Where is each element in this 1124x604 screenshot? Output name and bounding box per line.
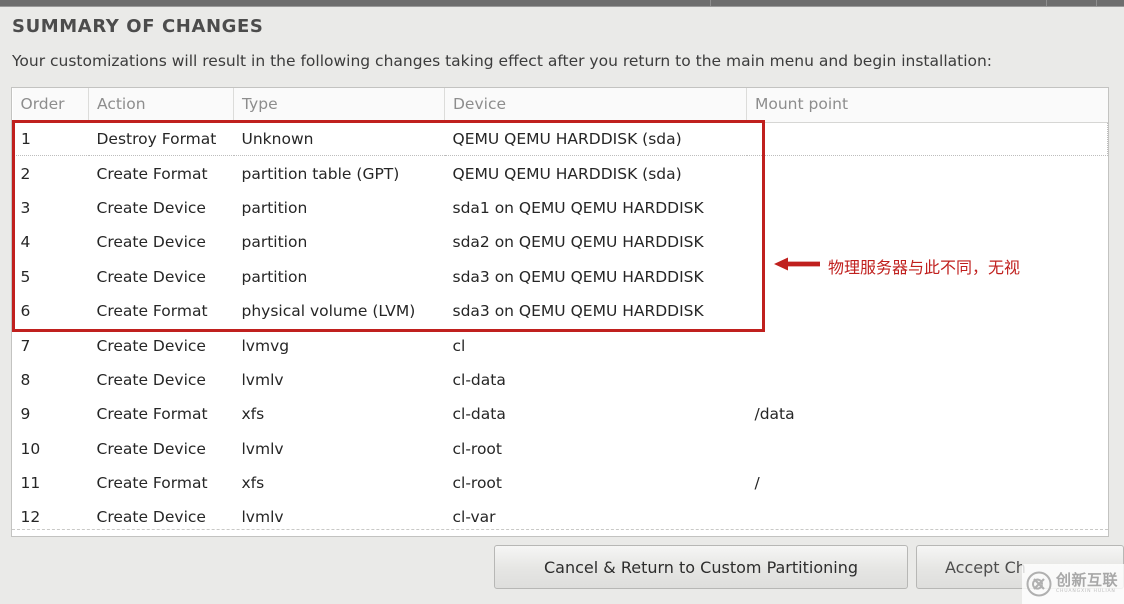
window-chrome-strip xyxy=(0,0,1124,7)
cell-order: 1 xyxy=(12,121,89,157)
cell-action: Create Device xyxy=(96,267,206,286)
changes-table: Order Action Type Device Mount point 1 De… xyxy=(12,88,1108,535)
column-header-type[interactable]: Type xyxy=(233,88,445,123)
cell-type: lvmlv xyxy=(241,370,284,389)
table-row[interactable]: 11 Create Format xfs cl-root / xyxy=(13,466,1108,500)
cell-mount-point xyxy=(747,156,1108,191)
table-row[interactable]: 1 Destroy Format Unknown QEMU QEMU HARDDISK… xyxy=(12,121,1108,157)
cell-type: partition xyxy=(241,198,308,217)
cell-mount-point xyxy=(747,191,1108,225)
cell-order: 9 xyxy=(20,405,31,424)
table-row[interactable]: 6 Create Format physical volume (LVM) sda3 … xyxy=(13,294,1108,328)
changes-table-body: 1 Destroy Format Unknown QEMU QEMU HARDDISK… xyxy=(12,121,1108,535)
summary-of-changes-dialog: SUMMARY OF CHANGES Your customizations w… xyxy=(0,0,1124,604)
column-header-order[interactable]: Order xyxy=(12,88,89,123)
cell-order: 6 xyxy=(20,302,31,321)
cell-order: 7 xyxy=(20,336,31,355)
column-header-device[interactable]: Device xyxy=(444,88,747,123)
cell-device: QEMU QEMU HARDDISK (sda) xyxy=(444,121,747,157)
page-title: SUMMARY OF CHANGES xyxy=(12,16,264,37)
cell-order: 3 xyxy=(20,198,31,217)
cell-mount-point xyxy=(747,432,1108,466)
cell-order: 4 xyxy=(20,233,31,252)
cell-device: cl-data xyxy=(452,370,506,389)
cell-device: QEMU QEMU HARDDISK (sda) xyxy=(452,164,682,183)
cell-device: sda1 on QEMU QEMU HARDDISK xyxy=(452,198,704,217)
cell-device: cl-root xyxy=(452,474,503,493)
table-row[interactable]: 10 Create Device lvmlv cl-root xyxy=(13,432,1108,466)
left-arrow-icon xyxy=(773,256,821,272)
cell-type: lvmlv xyxy=(241,439,284,458)
cell-type: xfs xyxy=(241,474,265,493)
table-row[interactable]: 2 Create Format partition table (GPT) QEMU … xyxy=(13,156,1108,191)
cell-device: cl-data xyxy=(452,405,506,424)
table-row[interactable]: 9 Create Format xfs cl-data/data xyxy=(13,397,1108,431)
cell-mount-point xyxy=(746,121,1108,157)
table-row[interactable]: 8 Create Device lvmlv cl-data xyxy=(13,363,1108,397)
cell-order: 10 xyxy=(20,439,41,458)
cell-type: lvmvg xyxy=(241,336,290,355)
chrome-notch xyxy=(710,0,711,6)
cell-type: partition table (GPT) xyxy=(241,164,400,183)
page-subtitle: Your customizations will result in the f… xyxy=(12,52,993,70)
cell-action: Create Device xyxy=(96,439,206,458)
cell-device: sda3 on QEMU QEMU HARDDISK xyxy=(452,267,704,286)
table-row[interactable]: 7 Create Device lvmvg cl xyxy=(13,328,1108,362)
cell-type: partition xyxy=(241,267,308,286)
cell-action: Create Format xyxy=(96,474,208,493)
cell-mount-point xyxy=(747,294,1108,328)
cell-action: Create Device xyxy=(96,233,206,252)
accept-button-label: Accept Ch xyxy=(945,557,1026,577)
cell-device: cl xyxy=(452,336,466,355)
cancel-return-to-custom-partitioning-button[interactable]: Cancel & Return to Custom Partitioning xyxy=(494,545,908,589)
cell-type: physical volume (LVM) xyxy=(241,302,416,321)
changes-table-container[interactable]: Order Action Type Device Mount point 1 De… xyxy=(11,87,1109,537)
cell-order: 8 xyxy=(20,370,31,389)
cell-mount-point xyxy=(747,363,1108,397)
cancel-button-label: Cancel & Return to Custom Partitioning xyxy=(544,557,858,577)
list-viewport-bottom-edge xyxy=(12,529,1108,530)
cell-action: Create Format xyxy=(96,405,208,424)
cell-device: sda2 on QEMU QEMU HARDDISK xyxy=(452,233,704,252)
cell-action: Create Device xyxy=(96,336,206,355)
cell-order: 11 xyxy=(20,474,41,493)
column-header-mount-point[interactable]: Mount point xyxy=(746,88,1108,123)
cell-action: Destroy Format xyxy=(88,121,234,157)
cell-action: Create Device xyxy=(96,198,206,217)
table-row[interactable]: 3 Create Device partition sda1 on QEMU QEMU… xyxy=(13,191,1108,225)
cell-device: sda3 on QEMU QEMU HARDDISK xyxy=(452,302,704,321)
cell-action: Create Device xyxy=(96,370,206,389)
cell-action: Create Format xyxy=(96,302,208,321)
cell-order: 2 xyxy=(20,164,31,183)
accept-changes-button[interactable]: Accept Ch xyxy=(916,545,1124,589)
annotation-text: 物理服务器与此不同，无视 xyxy=(828,258,1021,277)
table-header-row: Order Action Type Device Mount point xyxy=(12,88,1108,123)
cell-mount-point: /data xyxy=(754,405,795,424)
cell-type: xfs xyxy=(241,405,265,424)
cell-action: Create Format xyxy=(96,164,208,183)
cell-type: Unknown xyxy=(233,121,445,157)
chrome-notch xyxy=(1096,0,1097,6)
column-header-action[interactable]: Action xyxy=(88,88,234,123)
cell-type: partition xyxy=(241,233,308,252)
cell-mount-point xyxy=(747,328,1108,362)
cell-mount-point: / xyxy=(754,474,760,493)
cell-order: 5 xyxy=(20,267,31,286)
chrome-notch xyxy=(1046,0,1047,6)
cell-device: cl-root xyxy=(452,439,503,458)
